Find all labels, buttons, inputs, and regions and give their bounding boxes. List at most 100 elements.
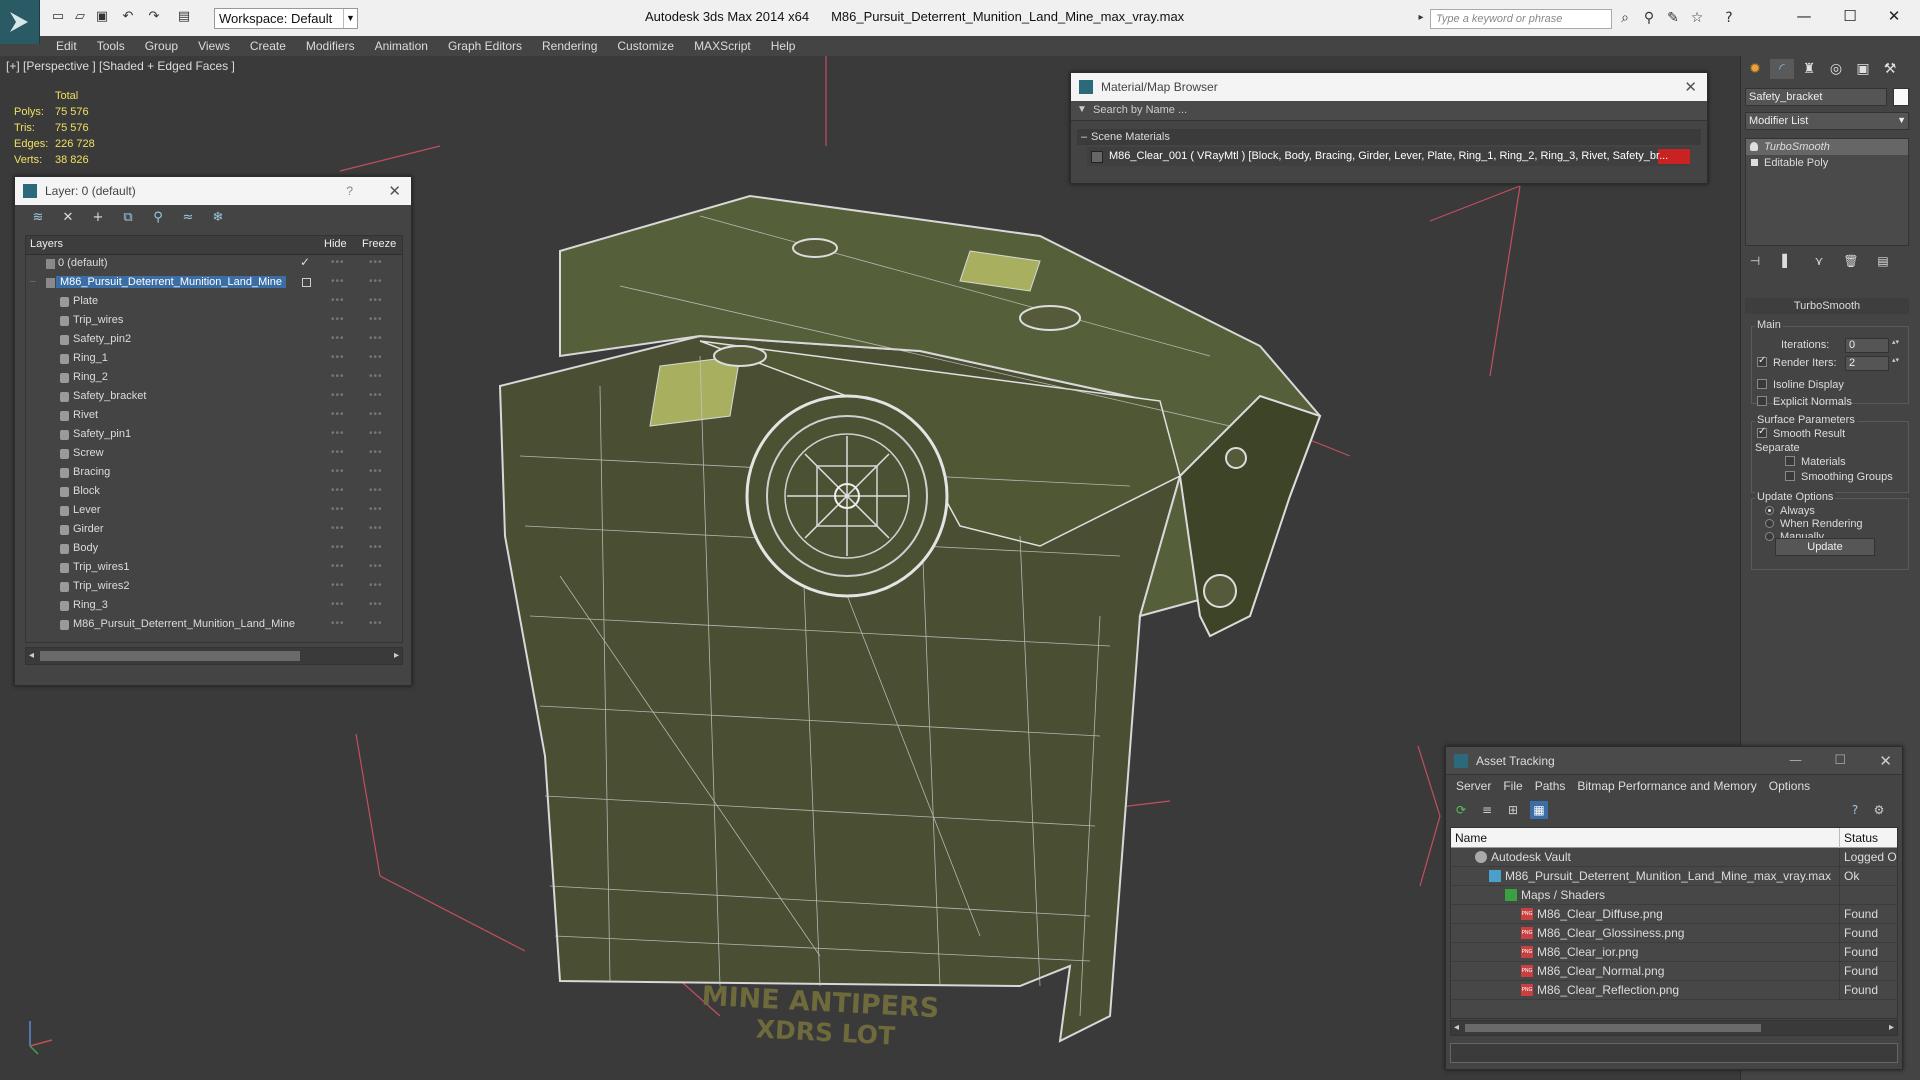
render-iters-spinner[interactable]: 2 [1845,356,1900,371]
keyword-search-input[interactable]: Type a keyword or phrase [1430,9,1612,29]
material-browser-titlebar[interactable]: Material/Map Browser ✕ [1071,73,1707,101]
create-tab-icon[interactable]: ✹ [1743,59,1767,79]
menu-edit[interactable]: Edit [40,36,87,56]
menu-options[interactable]: Options [1763,775,1816,797]
hide-toggle[interactable]: ••• [331,428,345,439]
asset-row-vault[interactable]: Autodesk Vault Logged O [1451,848,1897,867]
freeze-toggle[interactable]: ••• [369,466,383,477]
asset-row-texture[interactable]: PNG M86_Clear_Glossiness.png Found [1451,924,1897,943]
smoothing-groups-checkbox[interactable] [1785,471,1795,481]
freeze-toggle[interactable]: ••• [369,371,383,382]
freeze-toggle[interactable]: ••• [369,428,383,439]
render-iters-row[interactable]: Render Iters: [1757,355,1837,369]
col-name[interactable]: Name [1455,831,1487,845]
app-menu-button[interactable] [0,0,40,44]
viewport-label[interactable]: [+] [Perspective ] [Shaded + Edged Faces… [6,59,235,73]
layer-object-row[interactable]: Plate ••• ••• [26,293,402,312]
menu-bitmap-performance[interactable]: Bitmap Performance and Memory [1571,775,1762,797]
freeze-toggle[interactable]: ••• [369,257,383,268]
freeze-toggle[interactable]: ••• [369,447,383,458]
col-status[interactable]: Status [1844,831,1878,845]
lightbulb-icon[interactable] [1750,142,1758,151]
layer-object-row[interactable]: Screw ••• ••• [26,445,402,464]
manually-radio[interactable] [1765,532,1774,541]
freeze-toggle[interactable]: ••• [369,561,383,572]
layer-row-selected[interactable]: – M86_Pursuit_Deterrent_Munition_Land_Mi… [26,274,402,293]
hide-toggle[interactable]: ••• [331,580,345,591]
layer-object-row[interactable]: Trip_wires ••• ••• [26,312,402,331]
scene-materials-section[interactable]: Scene Materials [1077,129,1701,145]
asset-row-texture[interactable]: PNG M86_Clear_Reflection.png Found [1451,981,1897,1000]
hide-toggle[interactable]: ••• [331,561,345,572]
hide-toggle[interactable]: ••• [331,314,345,325]
freeze-toggle[interactable]: ••• [369,599,383,610]
menu-group[interactable]: Group [135,36,188,56]
iterations-spinner[interactable]: 0 [1845,338,1900,353]
smooth-result-row[interactable]: Smooth Result [1757,426,1845,440]
material-search-input[interactable]: ▼ Search by Name ... [1071,101,1707,121]
hide-toggle[interactable]: ••• [331,542,345,553]
make-unique-icon[interactable]: ⋎ [1809,252,1829,270]
explicit-normals-row[interactable]: Explicit Normals [1757,396,1852,408]
always-row[interactable]: Always [1765,505,1815,517]
set-active-box[interactable] [302,278,311,287]
layer-object-row[interactable]: Lever ••• ••• [26,502,402,521]
layer-row-default[interactable]: 0 (default) ✓ ••• ••• [26,255,402,274]
material-item[interactable]: M86_Clear_001 ( VRayMtl ) [Block, Body, … [1087,147,1690,166]
collapse-icon[interactable]: – [30,276,36,287]
menu-animation[interactable]: Animation [365,36,438,56]
freeze-toggle[interactable]: ••• [369,295,383,306]
isoline-checkbox[interactable] [1757,379,1767,389]
vault-help-icon[interactable]: ? [1846,801,1864,819]
add-to-layer-icon[interactable]: + [87,209,109,227]
create-layer-icon[interactable]: ≋ [27,209,49,227]
scroll-left-icon[interactable]: ◂ [1454,1021,1459,1035]
turbosmooth-rollout-header[interactable]: TurboSmooth [1745,298,1909,314]
freeze-toggle[interactable]: ••• [369,390,383,401]
filter-icon[interactable]: ▼ [1077,104,1087,115]
menu-create[interactable]: Create [240,36,296,56]
scroll-left-icon[interactable]: ◂ [29,648,34,664]
subscription-icon[interactable]: ⚲ [1640,10,1658,26]
update-button[interactable]: Update [1775,538,1875,556]
hide-toggle[interactable]: ••• [331,390,345,401]
select-objects-icon[interactable]: ⧉ [117,209,139,227]
hide-toggle[interactable]: ••• [331,523,345,534]
hierarchy-tab-icon[interactable]: ♜ [1797,59,1821,79]
asset-horizontal-scrollbar[interactable]: ◂ ▸ [1450,1020,1898,1036]
menu-rendering[interactable]: Rendering [532,36,607,56]
delete-layer-icon[interactable]: ✕ [57,209,79,227]
layer-horizontal-scrollbar[interactable]: ◂ ▸ [25,647,403,665]
hide-toggle[interactable]: ••• [331,276,345,287]
hide-toggle[interactable]: ••• [331,257,345,268]
always-radio[interactable] [1765,506,1774,515]
layer-object-row[interactable]: Ring_2 ••• ••• [26,369,402,388]
motion-tab-icon[interactable]: ◎ [1824,59,1848,79]
hide-toggle[interactable]: ••• [331,352,345,363]
close-icon[interactable]: ✕ [1879,747,1892,775]
freeze-all-icon[interactable]: ❄ [207,209,229,227]
asset-row-texture[interactable]: PNG M86_Clear_Diffuse.png Found [1451,905,1897,924]
hide-toggle[interactable]: ••• [331,371,345,382]
materials-row[interactable]: Materials [1785,456,1846,468]
freeze-toggle[interactable]: ••• [369,352,383,363]
help-icon[interactable]: ? [1720,10,1738,26]
refresh-icon[interactable]: ⟳ [1452,801,1470,819]
object-color-swatch[interactable] [1893,88,1909,106]
when-rendering-row[interactable]: When Rendering [1765,518,1863,530]
favorites-star-icon[interactable]: ☆ [1688,10,1706,26]
layer-object-row[interactable]: Ring_3 ••• ••• [26,597,402,616]
layer-object-row[interactable]: Safety_bracket ••• ••• [26,388,402,407]
hide-toggle[interactable]: ••• [331,504,345,515]
close-button[interactable]: ✕ [1880,6,1908,26]
asset-row-texture[interactable]: PNG M86_Clear_Normal.png Found [1451,962,1897,981]
freeze-toggle[interactable]: ••• [369,542,383,553]
hide-toggle[interactable]: ••• [331,466,345,477]
hide-all-icon[interactable]: ≈ [177,209,199,227]
show-end-result-icon[interactable]: ▌ [1777,252,1797,270]
hide-toggle[interactable]: ••• [331,618,345,629]
layer-object-row[interactable]: Ring_1 ••• ••• [26,350,402,369]
search-expand-icon[interactable]: ▸ [1412,10,1430,26]
layer-object-row[interactable]: Trip_wires1 ••• ••• [26,559,402,578]
layer-object-row[interactable]: Trip_wires2 ••• ••• [26,578,402,597]
